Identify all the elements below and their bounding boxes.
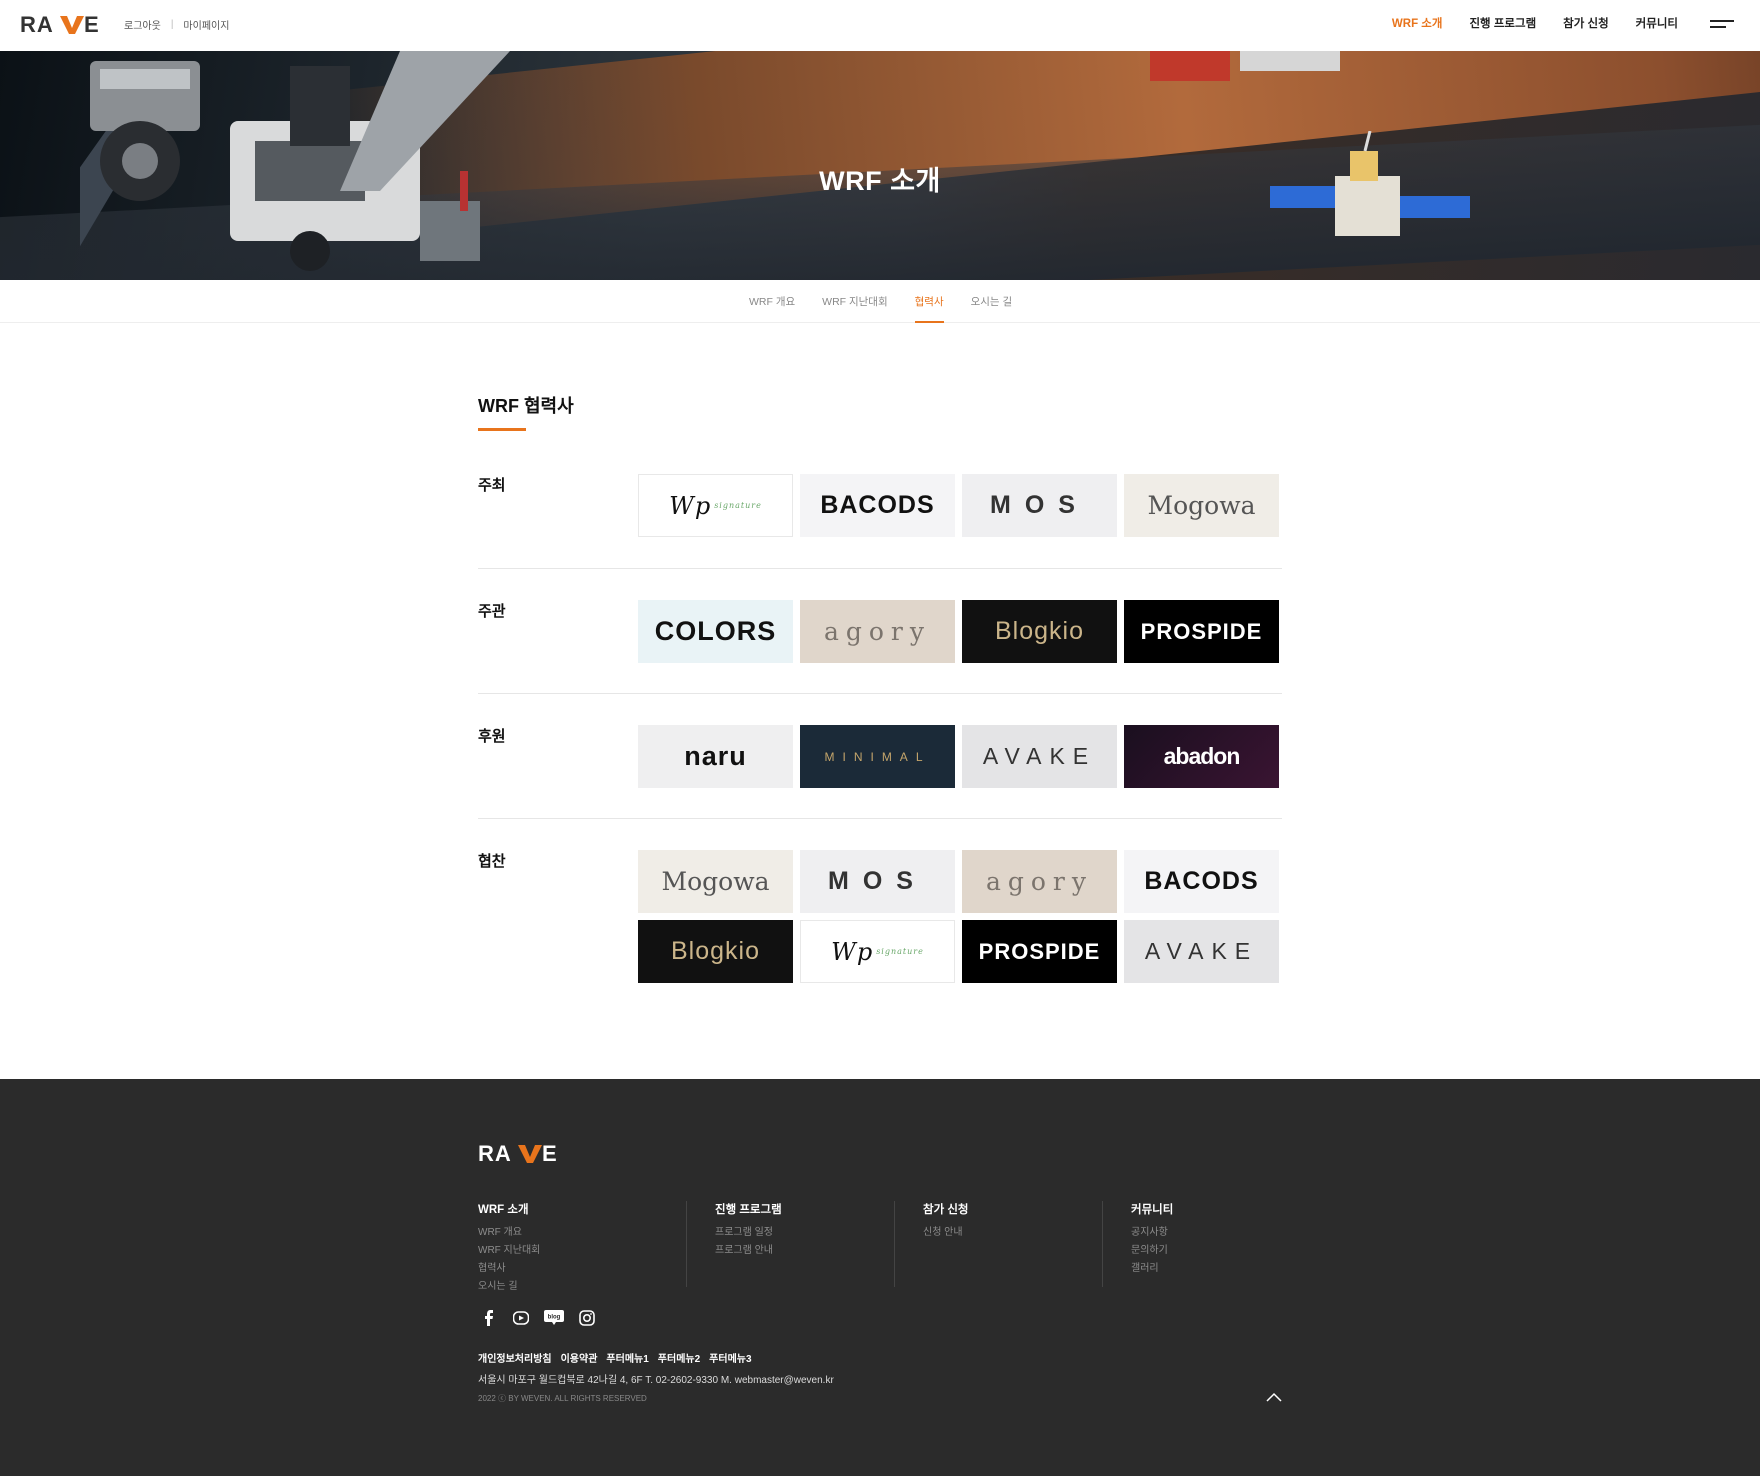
footer-col-title[interactable]: WRF 소개 bbox=[478, 1201, 540, 1217]
instagram-icon[interactable] bbox=[577, 1308, 597, 1328]
blog-icon[interactable]: blog bbox=[544, 1308, 564, 1328]
footer-link[interactable]: 프로그램 안내 bbox=[715, 1242, 782, 1260]
footer-link[interactable]: 공지사항 bbox=[1131, 1224, 1173, 1242]
title-underline bbox=[478, 428, 526, 431]
footer-link[interactable]: 문의하기 bbox=[1131, 1242, 1173, 1260]
logo-grid: Mogowa MOS agory BACODS Blogkio Wp signat… bbox=[638, 850, 1279, 983]
partner-logo[interactable]: MOS bbox=[962, 474, 1117, 537]
partner-logo[interactable]: naru bbox=[638, 725, 793, 788]
footer-col-title[interactable]: 진행 프로그램 bbox=[715, 1201, 782, 1217]
partner-logo[interactable]: abadon bbox=[1124, 725, 1279, 788]
partner-group-host: 주최 Wp signature BACODS MOS Mogowa bbox=[478, 474, 1282, 594]
util-menu: 로그아웃 | 마이페이지 bbox=[124, 17, 229, 32]
logo-grid: Wp signature BACODS MOS Mogowa bbox=[638, 474, 1279, 537]
page-title: WRF 협력사 bbox=[478, 396, 574, 416]
gnb-item-apply[interactable]: 참가 신청 bbox=[1563, 15, 1609, 31]
footer-link[interactable]: 갤러리 bbox=[1131, 1260, 1173, 1278]
partner-logo[interactable]: Wp signature bbox=[800, 920, 955, 983]
sns-links: blog bbox=[478, 1308, 597, 1328]
group-divider bbox=[478, 818, 1282, 819]
partner-logo[interactable]: agory bbox=[800, 600, 955, 663]
partner-group-sponsor: 후원 naru MINIMAL AVAKE abadon bbox=[478, 725, 1282, 845]
partner-logo[interactable]: PROSPIDE bbox=[962, 920, 1117, 983]
partner-logo[interactable]: BACODS bbox=[1124, 850, 1279, 913]
svg-text:E: E bbox=[542, 1141, 557, 1165]
footer-link[interactable]: 프로그램 일정 bbox=[715, 1224, 782, 1242]
site-header: RA E 로그아웃 | 마이페이지 WRF 소개 진행 프로그램 참가 신청 커… bbox=[0, 0, 1760, 51]
group-divider bbox=[478, 693, 1282, 694]
svg-text:blog: blog bbox=[548, 1315, 561, 1321]
svg-text:E: E bbox=[84, 12, 99, 36]
youtube-icon[interactable] bbox=[511, 1308, 531, 1328]
partner-logo[interactable]: Wp signature bbox=[638, 474, 793, 537]
footer-col-program: 진행 프로그램 프로그램 일정 프로그램 안내 bbox=[686, 1201, 894, 1287]
group-divider bbox=[478, 568, 1282, 569]
footer-copyright: 2022 ⓒ BY WEVEN. ALL RIGHTS RESERVED bbox=[478, 1394, 647, 1403]
partner-logo[interactable]: Blogkio bbox=[638, 920, 793, 983]
footer-col-wrf: WRF 소개 WRF 개요 WRF 지난대회 협력사 오시는 길 bbox=[478, 1201, 686, 1292]
group-label: 주관 bbox=[478, 603, 506, 620]
svg-text:RA: RA bbox=[20, 12, 54, 36]
footer-sitemap: WRF 소개 WRF 개요 WRF 지난대회 협력사 오시는 길 진행 프로그램… bbox=[478, 1201, 1310, 1292]
sub-nav: WRF 개요 WRF 지난대회 협력사 오시는 길 bbox=[0, 280, 1760, 323]
partner-group-organizer: 주관 COLORS agory Blogkio PROSPIDE bbox=[478, 600, 1282, 720]
partner-logo[interactable]: BACODS bbox=[800, 474, 955, 537]
site-footer: RA E WRF 소개 WRF 개요 WRF 지난대회 협력사 오시는 길 진행… bbox=[0, 1079, 1760, 1476]
facebook-icon[interactable] bbox=[478, 1308, 498, 1328]
partner-logo[interactable]: Blogkio bbox=[962, 600, 1117, 663]
partner-logo[interactable]: Mogowa bbox=[1124, 474, 1279, 537]
terms-link[interactable]: 이용약관 bbox=[561, 1350, 598, 1365]
footer-address: 서울시 마포구 월드컵북로 42나길 4, 6F T. 02-2602-9330… bbox=[478, 1375, 834, 1386]
group-label: 주최 bbox=[478, 477, 506, 494]
subnav-item-past-events[interactable]: WRF 지난대회 bbox=[822, 294, 887, 309]
partner-group-support: 협찬 Mogowa MOS agory BACODS Blogkio Wp sig… bbox=[478, 850, 1282, 1000]
logout-link[interactable]: 로그아웃 bbox=[124, 17, 161, 32]
gnb-item-program[interactable]: 진행 프로그램 bbox=[1469, 15, 1536, 31]
footer-menu-link[interactable]: 푸터메뉴3 bbox=[709, 1350, 751, 1365]
footer-col-title[interactable]: 커뮤니티 bbox=[1131, 1201, 1173, 1217]
privacy-policy-link[interactable]: 개인정보처리방침 bbox=[478, 1350, 552, 1365]
partner-logo[interactable]: AVAKE bbox=[1124, 920, 1279, 983]
footer-menu-link[interactable]: 푸터메뉴1 bbox=[606, 1350, 648, 1365]
logo-grid: naru MINIMAL AVAKE abadon bbox=[638, 725, 1279, 788]
logo-grid: COLORS agory Blogkio PROSPIDE bbox=[638, 600, 1279, 663]
scroll-top-icon[interactable] bbox=[1264, 1388, 1284, 1408]
footer-link[interactable]: WRF 지난대회 bbox=[478, 1242, 540, 1260]
footer-rave-logo[interactable]: RA E bbox=[478, 1141, 562, 1165]
footer-link[interactable]: 협력사 bbox=[478, 1260, 540, 1278]
util-separator: | bbox=[170, 19, 174, 30]
footer-col-community: 커뮤니티 공지사항 문의하기 갤러리 bbox=[1102, 1201, 1310, 1287]
partner-logo[interactable]: agory bbox=[962, 850, 1117, 913]
global-nav: WRF 소개 진행 프로그램 참가 신청 커뮤니티 bbox=[1392, 15, 1678, 31]
footer-menu-link[interactable]: 푸터메뉴2 bbox=[658, 1350, 700, 1365]
partner-logo[interactable]: Mogowa bbox=[638, 850, 793, 913]
footer-col-apply: 참가 신청 신청 안내 bbox=[894, 1201, 1102, 1287]
mypage-link[interactable]: 마이페이지 bbox=[183, 17, 229, 32]
partner-logo[interactable]: COLORS bbox=[638, 600, 793, 663]
footer-policy-links: 개인정보처리방침 이용약관 푸터메뉴1 푸터메뉴2 푸터메뉴3 bbox=[478, 1350, 752, 1365]
menu-icon[interactable] bbox=[1710, 20, 1734, 32]
footer-col-title[interactable]: 참가 신청 bbox=[923, 1201, 969, 1217]
group-label: 협찬 bbox=[478, 853, 506, 870]
partner-logo[interactable]: MINIMAL bbox=[800, 725, 955, 788]
footer-link[interactable]: 신청 안내 bbox=[923, 1224, 969, 1242]
subnav-item-overview[interactable]: WRF 개요 bbox=[749, 294, 795, 309]
partner-logo[interactable]: PROSPIDE bbox=[1124, 600, 1279, 663]
partner-logo[interactable]: AVAKE bbox=[962, 725, 1117, 788]
footer-link[interactable]: 오시는 길 bbox=[478, 1278, 540, 1296]
rave-logo[interactable]: RA E bbox=[20, 12, 104, 36]
gnb-item-wrf-intro[interactable]: WRF 소개 bbox=[1392, 15, 1443, 31]
group-label: 후원 bbox=[478, 728, 506, 745]
footer-link[interactable]: WRF 개요 bbox=[478, 1224, 540, 1242]
hero-title: WRF 소개 bbox=[819, 166, 941, 196]
subnav-item-directions[interactable]: 오시는 길 bbox=[971, 294, 1013, 309]
partner-logo[interactable]: MOS bbox=[800, 850, 955, 913]
gnb-item-community[interactable]: 커뮤니티 bbox=[1636, 15, 1678, 31]
hero-lego-red-image bbox=[1150, 51, 1340, 81]
subnav-item-partners[interactable]: 협력사 bbox=[914, 294, 944, 323]
svg-text:RA: RA bbox=[478, 1141, 512, 1165]
hero-banner: WRF 소개 bbox=[0, 51, 1760, 280]
